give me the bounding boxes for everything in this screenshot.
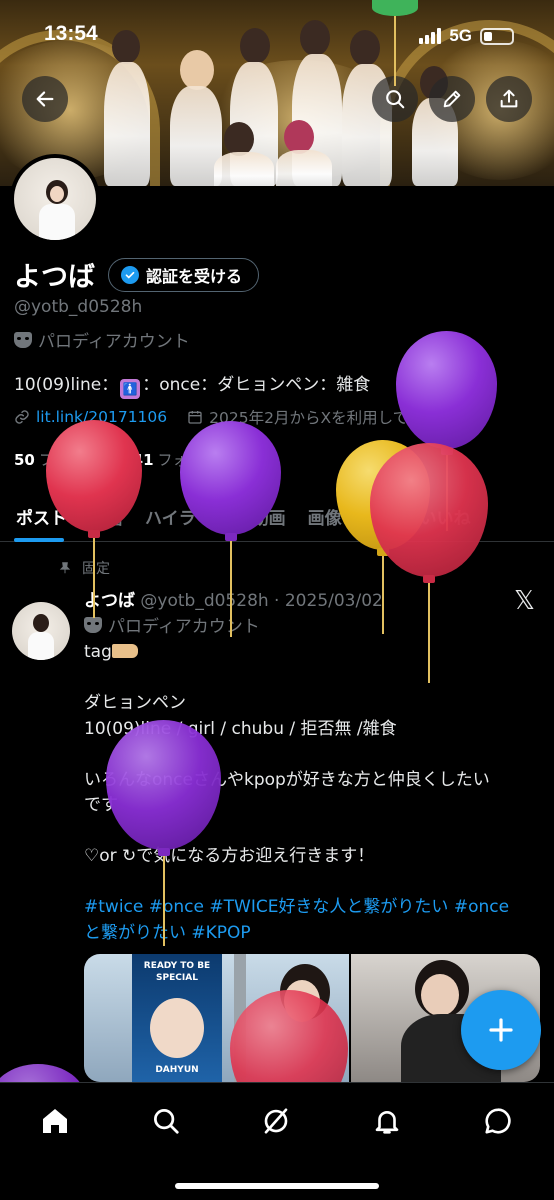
nav-grok[interactable] (256, 1101, 296, 1141)
battery-icon (480, 27, 514, 45)
link-icon (15, 410, 29, 424)
tab-posts[interactable]: ポスト (0, 490, 78, 542)
mask-icon (84, 616, 102, 633)
post-hashtags-2[interactable]: と繋がりたい #KPOP (84, 921, 544, 947)
tab-articles[interactable]: 記事 (353, 490, 409, 542)
profile-name: よつば (14, 262, 95, 293)
profile-handle: @yotb_d0528h (14, 297, 143, 317)
pinned-indicator: 固定 (58, 558, 110, 578)
tab-highlights[interactable]: ハイライト (134, 490, 241, 542)
post-hashtags-1[interactable]: #twice #once #TWICE好きな人と繋がりたい #once (84, 895, 544, 921)
search-icon (386, 90, 405, 109)
share-icon (500, 89, 518, 108)
arrow-left-icon (36, 91, 54, 107)
nav-search[interactable] (146, 1101, 186, 1141)
verified-badge-icon (121, 266, 139, 284)
parody-label: パロディアカウント (14, 327, 190, 352)
edit-button[interactable] (429, 76, 475, 122)
network-label: 5G (449, 26, 472, 45)
joined-date: 2025年2月からXを利用しています (209, 409, 455, 427)
post-meta: @yotb_d0528h · 2025/03/02 (140, 591, 383, 611)
signal-icon (419, 28, 442, 44)
post-parody-label: パロディアカウント (84, 612, 260, 637)
post-avatar[interactable] (12, 602, 70, 660)
home-icon (43, 1109, 67, 1133)
search-icon (154, 1109, 179, 1134)
person-emoji-icon: 🚹 (120, 379, 141, 399)
get-verified-label: 認証を受ける (146, 267, 243, 286)
media-image-1[interactable]: READY TO BE SPECIAL DAHYUN (84, 954, 349, 1082)
grok-icon (264, 1108, 288, 1134)
nav-home[interactable] (35, 1101, 75, 1141)
pin-icon (59, 562, 71, 574)
search-button[interactable] (372, 76, 418, 122)
post-text: tag ダヒョンペン 10(09)line / girl / chubu / 拒… (84, 640, 544, 946)
chevron-right-icon: › (460, 408, 467, 426)
pencil-icon (443, 90, 461, 108)
x-logo-icon: 𝕏 (514, 586, 535, 616)
back-button[interactable] (22, 76, 68, 122)
profile-link[interactable]: lit.link/20171106 (36, 408, 167, 426)
profile-bio: 10(09)line： 🚹 ：once：ダヒョンペン：雑食 (14, 370, 370, 399)
tab-replies[interactable]: 返信 (78, 490, 134, 542)
tab-photos[interactable]: 画像 (297, 490, 353, 542)
status-bar: 13:54 5G (0, 0, 554, 74)
profile-avatar[interactable] (10, 154, 100, 244)
share-button[interactable] (486, 76, 532, 122)
messages-icon (485, 1108, 511, 1134)
status-indicators: 5G (419, 26, 514, 46)
home-indicator (175, 1183, 379, 1189)
profile-meta: lit.link/20171106 2025年2月からXを利用しています › (14, 406, 467, 428)
tab-videos[interactable]: 動画 (241, 490, 297, 542)
profile-tabs: ポスト 返信 ハイライト 動画 画像 記事 いいね (0, 490, 554, 542)
tag-emoji-icon (111, 644, 138, 658)
post-header: よつば @yotb_d0528h · 2025/03/02 (84, 586, 383, 611)
calendar-icon (188, 411, 202, 424)
mask-icon (14, 331, 32, 348)
get-verified-button[interactable]: 認証を受ける (108, 258, 260, 292)
follow-stats: 50 フォロー中 41 フォロワー (14, 449, 233, 470)
nav-messages[interactable] (478, 1101, 518, 1141)
plus-icon (489, 1018, 513, 1042)
nav-notifications[interactable] (367, 1101, 407, 1141)
bell-icon (375, 1111, 399, 1134)
following-link[interactable]: 50 フォロー中 (14, 451, 114, 469)
tab-likes[interactable]: いいね (409, 490, 482, 542)
poster: READY TO BE SPECIAL DAHYUN (132, 954, 222, 1082)
bottom-navigation (0, 1082, 554, 1200)
post-author[interactable]: よつば (84, 591, 135, 611)
compose-button[interactable] (461, 990, 541, 1070)
status-time: 13:54 (44, 22, 98, 45)
followers-link[interactable]: 41 フォロワー (133, 451, 233, 469)
